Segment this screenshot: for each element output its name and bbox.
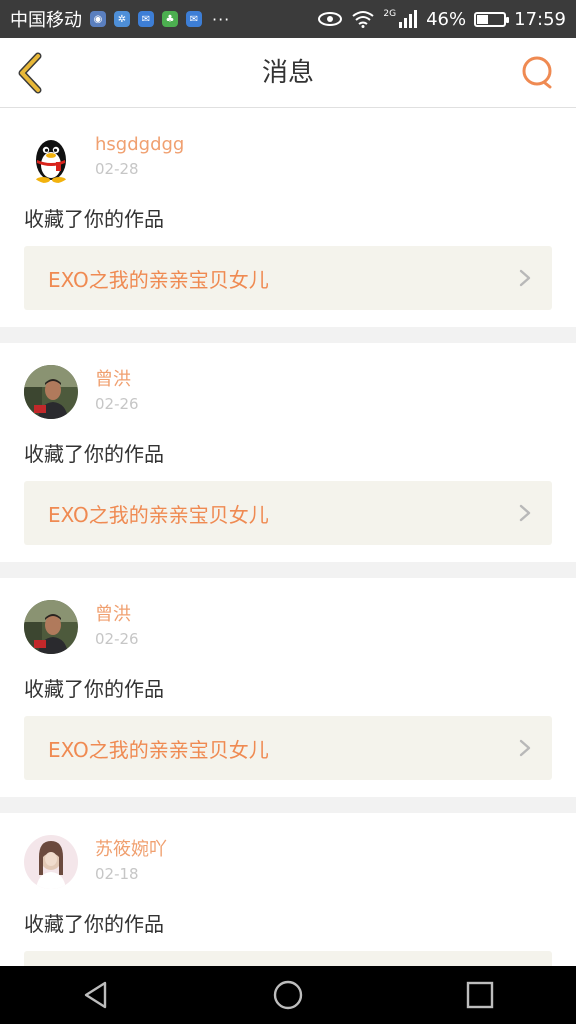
user-meta: 曾洪 02-26 bbox=[95, 604, 139, 650]
signal-icon: 2G bbox=[383, 10, 418, 28]
battery-percent: 46% bbox=[426, 8, 467, 30]
status-bar-right: 2G 46% 17:59 bbox=[317, 9, 566, 30]
message-card: hsgdgdgg 02-28 收藏了你的作品 EXO之我的亲亲宝贝女儿 bbox=[0, 108, 576, 327]
user-meta: 苏筱婉吖 02-18 bbox=[95, 839, 167, 885]
chevron-right-icon bbox=[519, 504, 531, 522]
avatar[interactable] bbox=[24, 365, 78, 419]
work-link[interactable]: EXO之我的亲亲宝贝女儿 bbox=[24, 716, 552, 780]
search-icon bbox=[522, 56, 552, 89]
message-user[interactable]: 曾洪 02-26 bbox=[24, 365, 139, 419]
carrier-label: 中国移动 bbox=[10, 10, 82, 31]
chevron-right-icon bbox=[519, 269, 531, 287]
app-notification-icon: ✲ bbox=[114, 11, 130, 27]
status-bar-left: 中国移动 ◉ ✲ ✉ ♣ ✉ ··· bbox=[10, 6, 230, 32]
message-card: 曾洪 02-26 收藏了你的作品 EXO之我的亲亲宝贝女儿 bbox=[0, 578, 576, 797]
circle-home-icon bbox=[273, 980, 303, 1010]
user-photo-icon bbox=[24, 365, 78, 419]
message-user[interactable]: 曾洪 02-26 bbox=[24, 600, 139, 654]
work-title: EXO之我的亲亲宝贝女儿 bbox=[48, 737, 269, 762]
message-date: 02-28 bbox=[95, 160, 139, 178]
work-link[interactable]: EXO之我的亲亲宝贝女儿 bbox=[24, 481, 552, 545]
chevron-right-icon bbox=[519, 739, 531, 757]
nav-back-button[interactable] bbox=[66, 966, 126, 1024]
action-text: 收藏了你的作品 bbox=[24, 442, 164, 466]
eye-icon bbox=[318, 12, 343, 26]
action-text: 收藏了你的作品 bbox=[24, 912, 164, 936]
message-card: 曾洪 02-26 收藏了你的作品 EXO之我的亲亲宝贝女儿 bbox=[0, 343, 576, 562]
status-bar: 中国移动 ◉ ✲ ✉ ♣ ✉ ··· 2G 46% 17:59 bbox=[0, 0, 576, 38]
user-meta: hsgdgdgg 02-28 bbox=[95, 134, 184, 180]
username[interactable]: 曾洪 bbox=[95, 369, 139, 391]
avatar[interactable] bbox=[24, 835, 78, 889]
nav-home-button[interactable] bbox=[258, 966, 318, 1024]
triangle-back-icon bbox=[84, 981, 107, 1009]
app-notification-icon: ◉ bbox=[90, 11, 106, 27]
nav-recents-button[interactable] bbox=[450, 966, 510, 1024]
square-recents-icon bbox=[466, 981, 494, 1009]
work-title: EXO之我的亲亲宝贝女儿 bbox=[48, 502, 269, 527]
search-button[interactable] bbox=[520, 55, 556, 91]
username[interactable]: 苏筱婉吖 bbox=[95, 839, 167, 861]
qq-penguin-icon bbox=[24, 130, 78, 184]
work-link[interactable]: EXO之我的亲亲宝贝女儿 bbox=[24, 246, 552, 310]
user-meta: 曾洪 02-26 bbox=[95, 369, 139, 415]
message-date: 02-18 bbox=[95, 865, 139, 883]
battery-icon bbox=[474, 11, 510, 27]
system-nav-bar bbox=[0, 966, 576, 1024]
message-date: 02-26 bbox=[95, 630, 139, 648]
app-header: 消息 bbox=[0, 38, 576, 108]
message-user[interactable]: 苏筱婉吖 02-18 bbox=[24, 835, 167, 889]
more-notifications-icon: ··· bbox=[212, 9, 231, 29]
username[interactable]: hsgdgdgg bbox=[95, 134, 184, 156]
work-title: EXO之我的亲亲宝贝女儿 bbox=[48, 267, 269, 292]
action-text: 收藏了你的作品 bbox=[24, 207, 164, 231]
girl-photo-icon bbox=[24, 835, 78, 889]
message-user[interactable]: hsgdgdgg 02-28 bbox=[24, 130, 184, 184]
message-date: 02-26 bbox=[95, 395, 139, 413]
page-title: 消息 bbox=[261, 58, 314, 88]
clock: 17:59 bbox=[514, 8, 566, 30]
mail-notification-icon: ✉ bbox=[138, 11, 154, 27]
user-photo-icon bbox=[24, 600, 78, 654]
avatar[interactable] bbox=[24, 600, 78, 654]
message-list: hsgdgdgg 02-28 收藏了你的作品 EXO之我的亲亲宝贝女儿 曾洪 0… bbox=[0, 108, 576, 1032]
app-notification-icon: ♣ bbox=[162, 11, 178, 27]
wifi-icon bbox=[352, 11, 375, 28]
username[interactable]: 曾洪 bbox=[95, 604, 139, 626]
network-type-label: 2G bbox=[383, 9, 397, 19]
avatar[interactable] bbox=[24, 130, 78, 184]
action-text: 收藏了你的作品 bbox=[24, 677, 164, 701]
mail-notification-icon: ✉ bbox=[186, 11, 202, 27]
